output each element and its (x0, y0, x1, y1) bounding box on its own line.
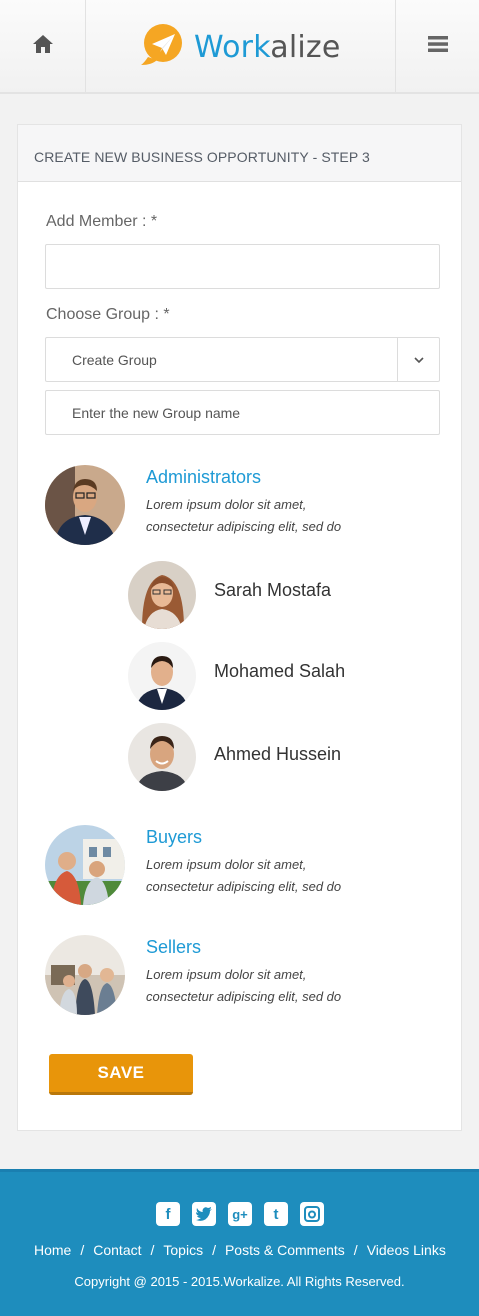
workalize-logo[interactable]: Workalize (138, 23, 341, 72)
app-header: Workalize (0, 0, 479, 94)
new-group-placeholder: Enter the new Group name (72, 405, 241, 421)
group-title-buyers[interactable]: Buyers (146, 827, 202, 848)
choose-group-label: Choose Group : * (46, 306, 170, 323)
footer-separator: / (212, 1242, 216, 1258)
member-avatar-sarah[interactable] (128, 561, 196, 629)
member-avatar-ahmed[interactable] (128, 723, 196, 791)
footer-links: Home / Contact / Topics / Posts & Comments / Vid… (34, 1242, 446, 1258)
sellers-avatar[interactable] (45, 935, 125, 1015)
instagram-icon[interactable] (300, 1202, 324, 1226)
member-avatar-mohamed[interactable] (128, 642, 196, 710)
member-name-mohamed[interactable]: Mohamed Salah (214, 661, 345, 682)
copyright-text: Copyright @ 2015 - 2015.Workalize. All R… (74, 1274, 405, 1289)
footer-separator: / (150, 1242, 155, 1258)
group-desc-line: consectetur adipiscing elit, sed do (146, 989, 342, 1004)
logo-text: Workalize (194, 30, 341, 65)
add-member-label: Add Member : * (46, 213, 158, 230)
group-desc-line: Lorem ipsum dolor sit amet, (146, 857, 307, 872)
group-desc-line: consectetur adipiscing elit, sed do (146, 879, 342, 894)
group-desc-administrators: Lorem ipsum dolor sit amet, consectetur … (146, 494, 346, 538)
footer-link-topics[interactable]: Topics (163, 1242, 203, 1258)
choose-group-select[interactable]: Create Group (45, 337, 440, 382)
logo-text-alize: alize (270, 29, 341, 65)
group-title-administrators[interactable]: Administrators (146, 467, 261, 488)
group-desc-line: consectetur adipiscing elit, sed do (146, 519, 342, 534)
group-desc-sellers: Lorem ipsum dolor sit amet, consectetur … (146, 964, 346, 1008)
choose-group-selected: Create Group (72, 352, 157, 368)
social-icons: f g+ t (156, 1202, 324, 1226)
member-name-sarah[interactable]: Sarah Mostafa (214, 580, 331, 601)
new-group-name-input[interactable]: Enter the new Group name (45, 390, 440, 435)
step3-form-card: CREATE NEW BUSINESS OPPORTUNITY - STEP 3… (17, 124, 462, 1131)
group-desc-buyers: Lorem ipsum dolor sit amet, consectetur … (146, 854, 346, 898)
form-title: CREATE NEW BUSINESS OPPORTUNITY - STEP 3 (18, 125, 461, 182)
site-footer: f g+ t Home / Contact / Topics / Posts & Comme… (0, 1169, 479, 1316)
buyers-avatar[interactable] (45, 825, 125, 905)
member-name-ahmed[interactable]: Ahmed Hussein (214, 744, 341, 765)
footer-separator: / (353, 1242, 358, 1258)
menu-button[interactable] (395, 0, 479, 92)
hamburger-menu-icon (427, 35, 448, 57)
group-desc-line: Lorem ipsum dolor sit amet, (146, 967, 307, 982)
footer-link-contact[interactable]: Contact (93, 1242, 141, 1258)
add-member-input[interactable] (45, 244, 440, 289)
group-title-sellers[interactable]: Sellers (146, 937, 201, 958)
paper-plane-logo-icon (138, 23, 188, 72)
footer-separator: / (80, 1242, 85, 1258)
google-plus-icon[interactable]: g+ (228, 1202, 252, 1226)
home-button[interactable] (0, 0, 86, 92)
home-icon (32, 34, 54, 59)
administrators-avatar[interactable] (45, 465, 125, 545)
footer-link-posts-comments[interactable]: Posts & Comments (225, 1242, 345, 1258)
group-desc-line: Lorem ipsum dolor sit amet, (146, 497, 307, 512)
twitter-icon[interactable] (192, 1202, 216, 1226)
logo-text-work: Work (194, 29, 271, 65)
footer-link-videos[interactable]: Videos Links (367, 1242, 446, 1258)
save-button[interactable]: SAVE (49, 1054, 193, 1095)
facebook-icon[interactable]: f (156, 1202, 180, 1226)
chevron-down-icon[interactable] (397, 338, 439, 381)
footer-link-home[interactable]: Home (34, 1242, 71, 1258)
tumblr-icon[interactable]: t (264, 1202, 288, 1226)
